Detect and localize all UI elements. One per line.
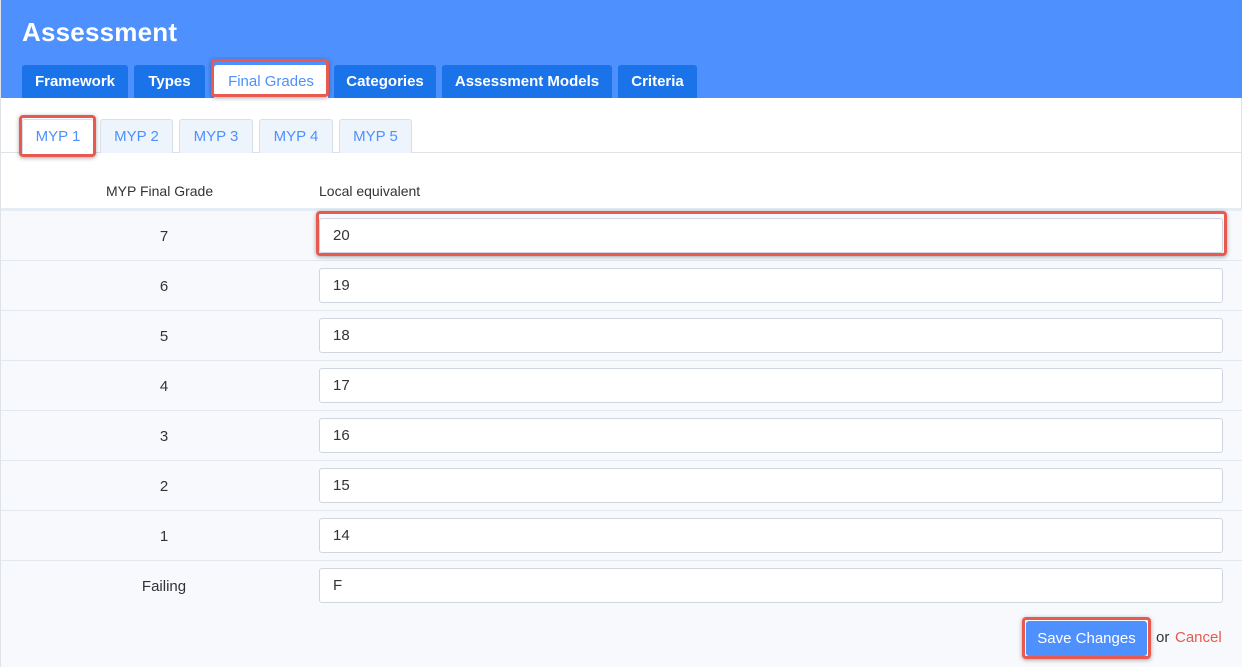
- tab-criteria[interactable]: Criteria: [618, 65, 697, 98]
- equivalent-input[interactable]: [319, 268, 1223, 303]
- grade-label: 4: [159, 377, 169, 395]
- subtab-myp-2[interactable]: MYP 2: [100, 119, 173, 153]
- subtab-myp-1[interactable]: MYP 1: [22, 119, 94, 153]
- grade-label: 5: [159, 327, 169, 345]
- subtab-myp-3[interactable]: MYP 3: [179, 119, 253, 153]
- app-frame: Assessment Framework Types Final Grades …: [0, 0, 1242, 667]
- equivalent-input[interactable]: [319, 218, 1223, 253]
- cancel-link[interactable]: Cancel: [1175, 629, 1222, 646]
- equivalent-input[interactable]: [319, 468, 1223, 503]
- tab-final-grades[interactable]: Final Grades: [214, 65, 328, 98]
- equivalent-input[interactable]: [319, 368, 1223, 403]
- tab-assessment-models[interactable]: Assessment Models: [442, 65, 612, 98]
- equivalent-input[interactable]: [319, 518, 1223, 553]
- column-header-grade: MYP Final Grade: [106, 183, 214, 199]
- column-header-equivalent: Local equivalent: [319, 183, 421, 199]
- tab-types[interactable]: Types: [134, 65, 205, 98]
- tab-categories[interactable]: Categories: [334, 65, 436, 98]
- page-header: Assessment Framework Types Final Grades …: [1, 0, 1242, 98]
- or-text: or: [1156, 629, 1170, 646]
- equivalent-input[interactable]: [319, 568, 1223, 603]
- equivalent-input[interactable]: [319, 318, 1223, 353]
- equivalent-input[interactable]: [319, 418, 1223, 453]
- grade-label: 3: [159, 427, 169, 445]
- grade-label: 7: [159, 227, 169, 245]
- grade-label: 1: [159, 527, 169, 545]
- grade-label: Failing: [141, 577, 187, 595]
- subtab-myp-4[interactable]: MYP 4: [259, 119, 333, 153]
- tab-framework[interactable]: Framework: [22, 65, 128, 98]
- subtab-myp-5[interactable]: MYP 5: [339, 119, 412, 153]
- grade-label: 6: [159, 277, 169, 295]
- save-changes-button[interactable]: Save Changes: [1026, 621, 1147, 656]
- grade-label: 2: [159, 477, 169, 495]
- page-title: Assessment: [22, 17, 178, 47]
